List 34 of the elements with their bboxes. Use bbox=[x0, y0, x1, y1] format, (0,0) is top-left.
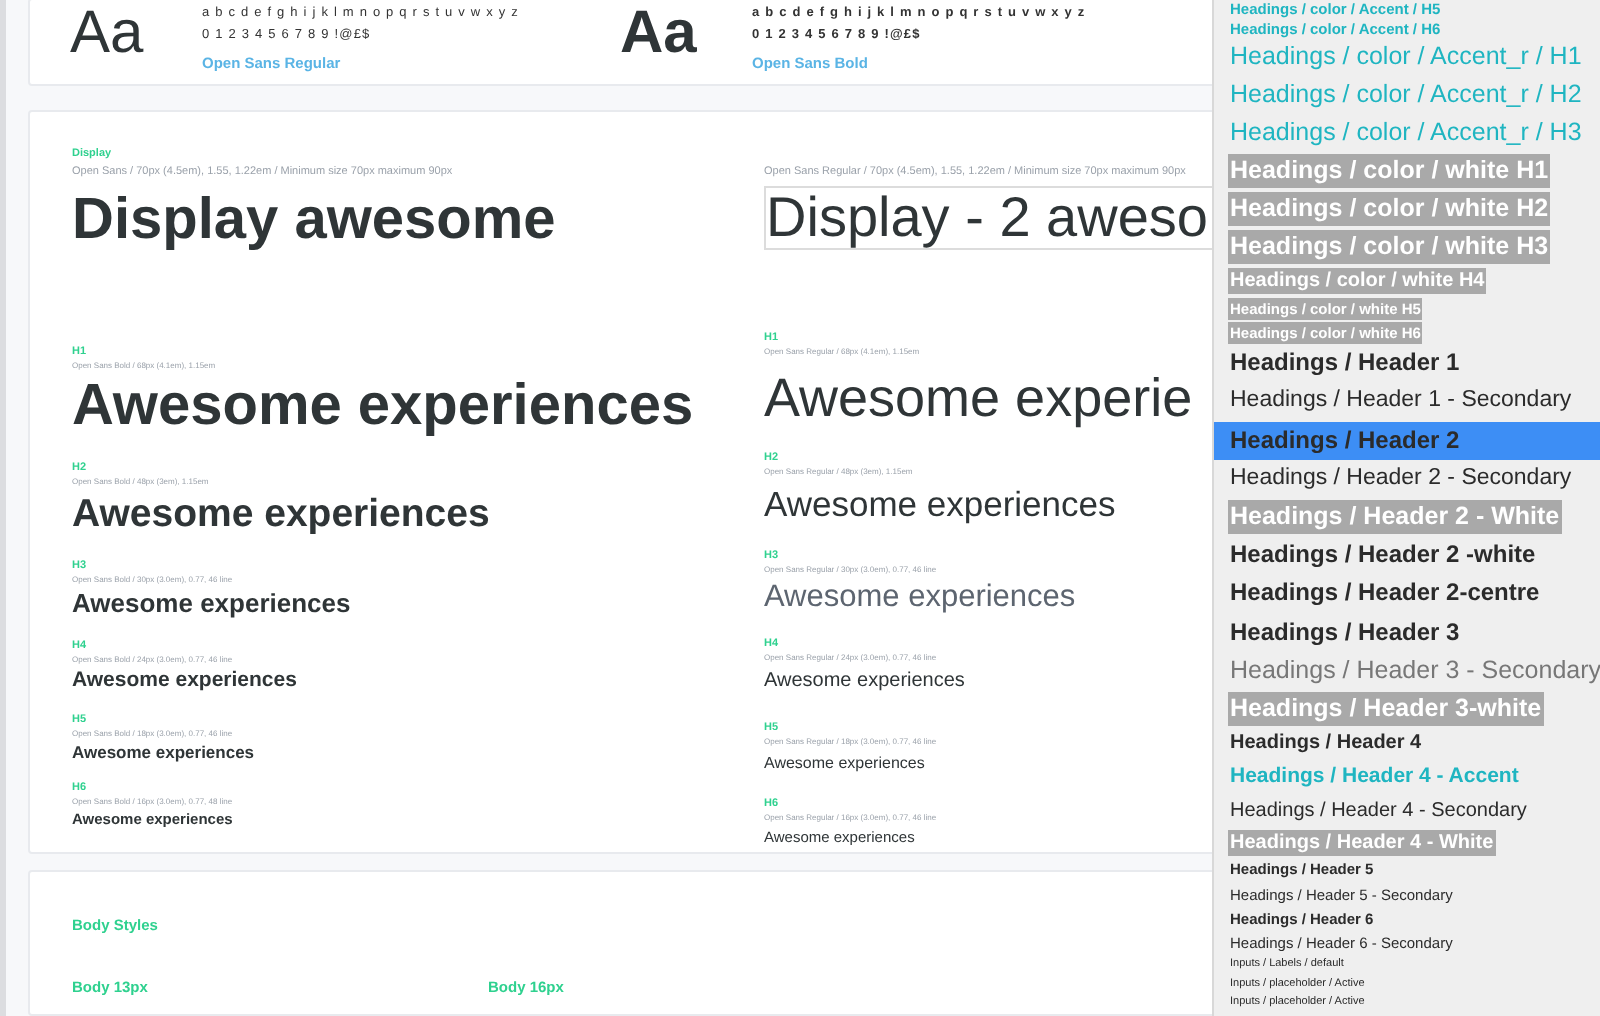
menu-item[interactable]: Headings / Header 2-centre bbox=[1228, 574, 1542, 614]
menu-item[interactable]: Headings / Header 2 -white bbox=[1228, 536, 1538, 575]
menu-item[interactable]: Headings / Header 2 - Secondary bbox=[1228, 459, 1574, 499]
heading-sample: Awesome experiences bbox=[72, 739, 257, 764]
menu-item[interactable]: Headings / color / Accent_r / H3 bbox=[1228, 114, 1584, 152]
heading-sample: Awesome experiences bbox=[72, 489, 492, 540]
menu-item[interactable]: Headings / Header 4 - White bbox=[1228, 830, 1496, 857]
menu-item[interactable]: Headings / Header 2 - White bbox=[1228, 500, 1562, 535]
menu-item[interactable]: Headings / Header 2 bbox=[1214, 421, 1600, 460]
heading-sample: Awesome experiences bbox=[72, 585, 353, 622]
menu-item[interactable]: Headings / Header 1 bbox=[1228, 344, 1462, 383]
menu-item[interactable]: Headings / Header 4 - Secondary bbox=[1228, 794, 1529, 829]
menu-item[interactable]: Headings / Header 3-white bbox=[1228, 692, 1544, 727]
menu-item[interactable]: Headings / color / white H2 bbox=[1228, 192, 1551, 226]
menu-item[interactable]: Headings / color / white H1 bbox=[1228, 154, 1551, 188]
heading-sample: Awesome experiences bbox=[72, 665, 299, 696]
heading-sample: Awesome experiences bbox=[764, 751, 927, 776]
menu-item[interactable]: Headings / Header 4 bbox=[1228, 728, 1424, 761]
heading-sample: Awesome experiences bbox=[764, 481, 1118, 528]
heading-sample: Awesome experiences bbox=[764, 577, 1078, 618]
font-sample: Aa bbox=[70, 0, 146, 68]
heading-sample: Awesome experie bbox=[764, 365, 1195, 432]
heading-sample: Awesome experiences bbox=[72, 371, 696, 440]
menu-item[interactable]: Headings / Header 4 - Accent bbox=[1228, 760, 1521, 795]
font-sample: Aa bbox=[620, 0, 699, 68]
menu-item[interactable]: Headings / color / white H4 bbox=[1228, 268, 1487, 294]
display-sample: Display awesome bbox=[72, 185, 558, 256]
menu-item[interactable]: Headings / Header 1 - Secondary bbox=[1228, 382, 1574, 422]
display-sample: Display - 2 aweso bbox=[764, 185, 1212, 250]
menu-item[interactable]: Headings / color / white H3 bbox=[1228, 230, 1551, 264]
menu-item[interactable]: Headings / color / Accent_r / H1 bbox=[1228, 38, 1584, 76]
heading-sample: Awesome experiences bbox=[764, 667, 967, 696]
menu-item[interactable]: Headings / color / Accent_r / H2 bbox=[1228, 76, 1584, 114]
menu-item[interactable]: Headings / Header 3 bbox=[1228, 613, 1462, 653]
